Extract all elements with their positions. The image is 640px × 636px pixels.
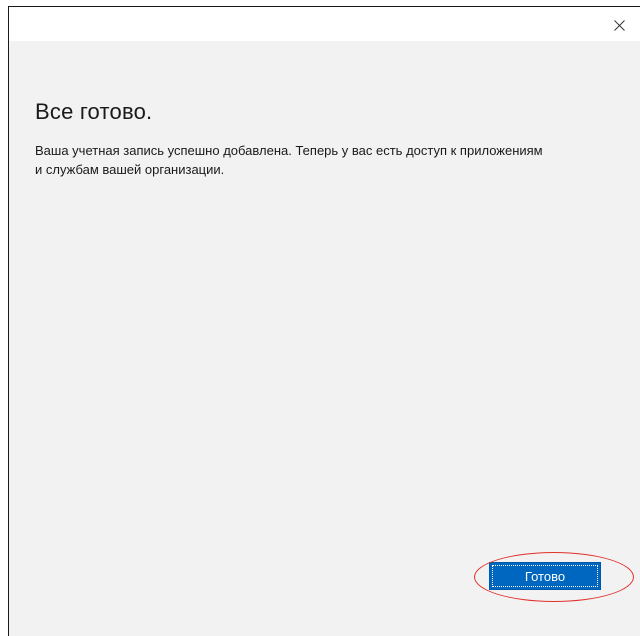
title-bar — [9, 7, 640, 41]
dialog-content: Все готово. Ваша учетная запись успешно … — [35, 41, 618, 179]
close-icon — [613, 19, 625, 31]
success-message: Ваша учетная запись успешно добавлена. Т… — [35, 141, 625, 179]
message-line-1: Ваша учетная запись успешно добавлена. Т… — [35, 143, 543, 158]
close-button[interactable] — [604, 13, 634, 37]
dialog-window: Все готово. Ваша учетная запись успешно … — [8, 6, 640, 636]
page-title: Все готово. — [35, 99, 153, 124]
done-button[interactable]: Готово — [489, 562, 601, 590]
message-line-2: и службам вашей организации. — [35, 162, 225, 177]
